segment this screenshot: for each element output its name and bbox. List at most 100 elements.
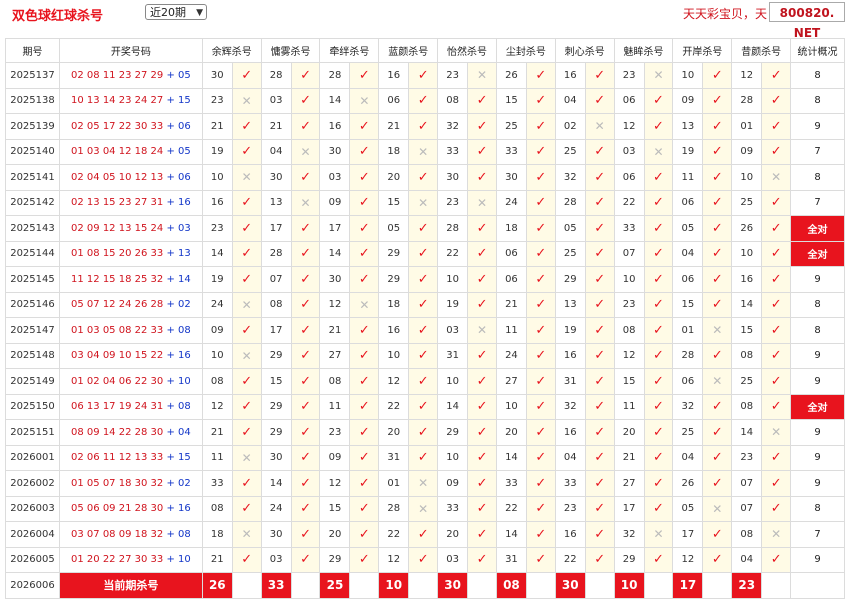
cross-icon: ✕ (231, 444, 262, 471)
kill-number: 24 (260, 495, 292, 522)
kill-number: 17 (613, 495, 645, 522)
stat-cell: 8 (790, 62, 845, 89)
check-icon: ✓ (408, 113, 439, 140)
kill-number: 18 (201, 521, 233, 548)
kill-number: 20 (437, 521, 469, 548)
check-icon: ✓ (643, 470, 674, 497)
red-balls: 01 08 15 20 26 33 (71, 248, 164, 260)
kill-number: 12 (378, 368, 410, 395)
cross-icon: ✕ (702, 495, 733, 522)
blank-cell (349, 572, 380, 599)
blue-ball: 06 (178, 171, 191, 183)
check-icon: ✓ (702, 419, 733, 446)
issue-cell: 2025151 (5, 419, 60, 446)
blue-ball: 03 (178, 222, 191, 234)
kill-number: 08 (731, 393, 763, 420)
kill-number: 22 (495, 495, 527, 522)
kill-number: 19 (672, 138, 704, 165)
kill-number: 14 (437, 393, 469, 420)
period-select[interactable]: 近20期 ▼ (145, 4, 207, 20)
kill-number: 03 (437, 317, 469, 344)
kill-number: 03 (260, 546, 292, 573)
check-icon: ✓ (584, 317, 615, 344)
draw-numbers: 02 05 17 22 30 33 + 06 (58, 113, 203, 140)
blue-ball: 16 (178, 350, 191, 362)
draw-numbers: 02 09 12 13 15 24 + 03 (58, 215, 203, 242)
kill-number: 31 (378, 444, 410, 471)
red-balls: 03 04 09 10 15 22 (71, 350, 164, 362)
chevron-down-icon: ▼ (196, 8, 203, 18)
check-icon: ✓ (349, 266, 380, 293)
cross-icon: ✕ (231, 164, 262, 191)
check-icon: ✓ (584, 189, 615, 216)
kill-number: 26 (495, 62, 527, 89)
check-icon: ✓ (761, 546, 792, 573)
check-icon: ✓ (467, 444, 497, 471)
check-icon: ✓ (761, 470, 792, 497)
check-icon: ✓ (408, 62, 439, 89)
all-correct-badge: 全对 (790, 393, 845, 420)
kill-number: 01 (378, 470, 410, 497)
kill-number: 33 (437, 138, 469, 165)
table-row: 2025141 02 04 05 10 12 13 + 06 10 ✕ 30 ✓ 03 ✓ 20… (5, 164, 845, 191)
check-icon: ✓ (702, 113, 733, 140)
kill-number: 24 (201, 291, 233, 318)
check-icon: ✓ (761, 495, 792, 522)
check-icon: ✓ (408, 87, 439, 114)
kill-number: 11 (672, 164, 704, 191)
kill-number: 14 (495, 444, 527, 471)
blue-ball: 10 (178, 375, 191, 387)
draw-numbers: 02 04 05 10 12 13 + 06 (58, 164, 203, 191)
kill-number: 28 (260, 240, 292, 267)
issue-cell: 2026002 (5, 470, 60, 497)
check-icon: ✓ (525, 546, 556, 573)
check-icon: ✓ (584, 240, 615, 267)
kill-number: 30 (495, 164, 527, 191)
kill-number: 32 (613, 521, 645, 548)
check-icon: ✓ (408, 291, 439, 318)
check-icon: ✓ (408, 444, 439, 471)
kill-number: 12 (731, 62, 763, 89)
check-icon: ✓ (525, 240, 556, 267)
kill-number: 08 (437, 87, 469, 114)
kill-number: 17 (260, 215, 292, 242)
check-icon: ✓ (584, 342, 615, 369)
check-icon: ✓ (584, 368, 615, 395)
cross-icon: ✕ (761, 419, 792, 446)
kill-number: 29 (613, 546, 645, 573)
check-icon: ✓ (702, 164, 733, 191)
draw-numbers: 10 13 14 23 24 27 + 15 (58, 87, 203, 114)
check-icon: ✓ (467, 240, 497, 267)
kill-number: 33 (437, 495, 469, 522)
red-balls: 02 04 05 10 12 13 (71, 171, 164, 183)
current-issue: 2026006 (5, 572, 60, 599)
kill-number: 10 (731, 164, 763, 191)
check-icon: ✓ (349, 62, 380, 89)
blue-ball: 05 (178, 146, 191, 158)
kill-number: 14 (319, 240, 351, 267)
stat-cell: 9 (790, 419, 845, 446)
kill-number: 12 (672, 546, 704, 573)
kill-table: 期号 开奖号码 余辉杀号 慵雾杀号 牵绊杀号 蓝颜杀号 怡然杀号 尘封杀号 刺心杀号 魅眸杀号 开岸… (5, 38, 845, 599)
page-title: 双色球红球杀号 (12, 9, 104, 24)
kill-number: 29 (319, 546, 351, 573)
kill-number: 08 (731, 342, 763, 369)
kill-number: 07 (613, 240, 645, 267)
kill-number: 21 (260, 113, 292, 140)
check-icon: ✓ (290, 317, 321, 344)
cross-icon: ✕ (467, 317, 497, 344)
kill-number: 08 (201, 495, 233, 522)
table-row: 2025149 01 02 04 06 22 30 + 10 08 ✓ 15 ✓ 08 ✓ 12… (5, 368, 845, 395)
check-icon: ✓ (525, 393, 556, 420)
red-balls: 01 03 05 08 22 33 (71, 324, 164, 336)
check-icon: ✓ (584, 266, 615, 293)
kill-number: 14 (731, 419, 763, 446)
check-icon: ✓ (761, 62, 792, 89)
kill-number: 33 (613, 215, 645, 242)
kill-number: 25 (554, 240, 586, 267)
kill-number: 09 (731, 138, 763, 165)
check-icon: ✓ (525, 62, 556, 89)
kill-number: 19 (201, 266, 233, 293)
kill-number: 06 (495, 266, 527, 293)
check-icon: ✓ (467, 393, 497, 420)
